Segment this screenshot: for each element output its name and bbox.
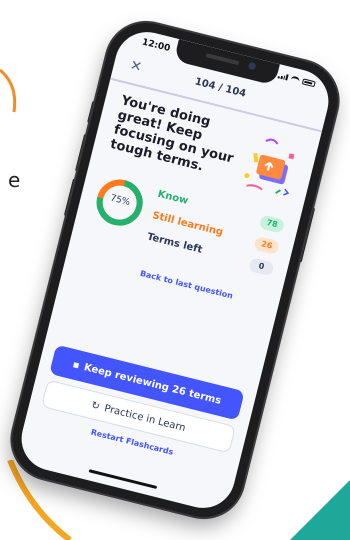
celebration-illustration	[244, 138, 295, 196]
stat-terms-left-label: Terms left	[145, 231, 204, 256]
status-icons	[277, 72, 316, 88]
practice-in-learn-label: Practice in Learn	[103, 402, 187, 434]
phone-screen: 12:00 ✕ 104 / 104 You're doing great! Ke…	[14, 25, 336, 515]
speaker-grille	[205, 53, 240, 66]
back-to-last-question-link[interactable]: Back to last question	[139, 269, 234, 301]
front-camera	[247, 61, 257, 71]
stat-know-count: 78	[258, 214, 286, 234]
wifi-icon	[290, 75, 301, 84]
signal-icon	[277, 72, 289, 81]
stat-know-label: Know	[156, 188, 190, 207]
battery-icon	[301, 78, 316, 88]
teal-corner-decoration	[290, 480, 350, 540]
stat-still-learning-count: 26	[253, 235, 280, 256]
progress-ring: 75%	[89, 172, 150, 233]
background-text: e	[8, 168, 21, 192]
phone-mockup: 12:00 ✕ 104 / 104 You're doing great! Ke…	[3, 14, 347, 526]
orange-arc-decoration	[0, 68, 17, 113]
cards-icon: ▪	[71, 358, 81, 372]
learn-cycle-icon: ↻	[90, 399, 101, 413]
stat-terms-left-count: 0	[248, 257, 275, 277]
status-time: 12:00	[140, 37, 172, 55]
